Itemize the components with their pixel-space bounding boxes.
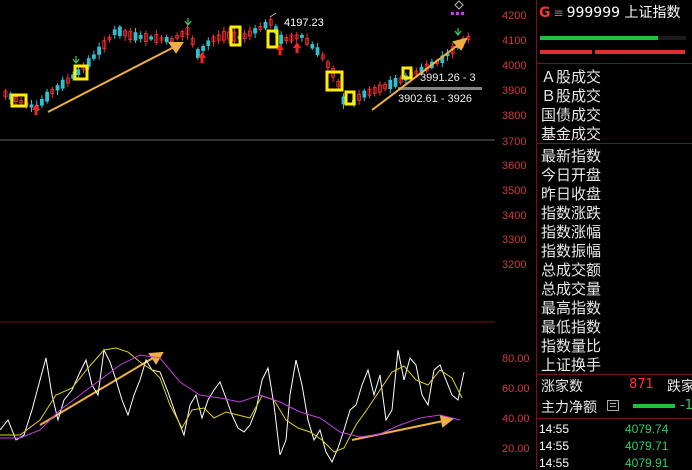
price-tick: 3300 <box>502 234 527 246</box>
oscillator <box>0 347 465 464</box>
highlight-boxes <box>10 25 413 108</box>
price-tick: 3800 <box>502 110 527 122</box>
price-tick: 4100 <box>502 35 527 47</box>
level-label-1: 3991.26 - 3 <box>420 72 476 84</box>
menu-item[interactable]: 指数振幅 <box>541 240 601 261</box>
kline-chart[interactable]: 4197.23 3991.26 - 3 3902.61 - 3926 <box>0 0 495 469</box>
price-tick: 4200 <box>502 10 527 22</box>
ratio-bar-red2 <box>595 50 685 54</box>
up-count-label: 涨家数 <box>541 379 583 395</box>
osc-white-line <box>0 348 465 464</box>
price-tick: 3400 <box>502 210 527 222</box>
dot-markers <box>451 12 464 15</box>
price-tick: 4000 <box>502 60 527 72</box>
osc-tick: 60.00 <box>502 383 530 395</box>
menu-item[interactable]: Ａ股成交 <box>541 66 601 87</box>
menu-item[interactable]: 基金成交 <box>541 123 601 144</box>
diamond-icon <box>454 0 464 10</box>
menu-item[interactable]: 最高指数 <box>541 297 601 318</box>
menu-item[interactable]: 指数涨幅 <box>541 221 601 242</box>
tick-row: 14:55 4079.71 <box>539 439 669 453</box>
menu-item[interactable]: 最低指数 <box>541 316 601 337</box>
stock-header[interactable]: G ≡ 999999 上证指数 <box>539 2 680 22</box>
menu-item[interactable]: 指数涨跌 <box>541 202 601 223</box>
ratio-bar-red <box>540 50 592 54</box>
ratio-bar-green <box>540 36 658 40</box>
group-tag: G <box>539 5 551 21</box>
quote-panel: G ≡ 999999 上证指数 Ａ股成交 Ｂ股成交 国债成交 基金成交 最新指数 今… <box>537 0 692 470</box>
price-tick: 3600 <box>502 160 527 172</box>
tick-row: 14:55 4079.91 <box>539 456 669 470</box>
osc-tick: 40.00 <box>502 413 530 425</box>
price-tick: 3500 <box>502 185 527 197</box>
price-tick: 3900 <box>502 85 527 97</box>
main-flow-label: 主力净额 <box>541 400 597 416</box>
list-icon[interactable] <box>607 400 619 411</box>
osc-purple-line <box>0 354 461 439</box>
price-tick: 3200 <box>502 259 527 271</box>
price-tick: 3700 <box>502 136 527 148</box>
stock-name: 上证指数 <box>624 5 681 21</box>
osc-tick: 80.00 <box>502 353 530 365</box>
flow-bar <box>633 404 675 408</box>
main-flow-value: -1 <box>680 398 692 413</box>
up-count-value: 871 <box>629 377 654 392</box>
menu-icon[interactable]: ≡ <box>554 6 564 20</box>
menu-item[interactable]: Ｂ股成交 <box>541 85 601 106</box>
ratio-bar-dark <box>658 36 686 40</box>
menu-item[interactable]: 总成交额 <box>541 259 601 280</box>
high-label: 4197.23 <box>284 17 324 29</box>
tick-row: 14:55 4079.74 <box>539 422 669 436</box>
down-count-label: 跌家 <box>667 379 692 395</box>
menu-item[interactable]: 总成交量 <box>541 278 601 299</box>
menu-item[interactable]: 指数量比 <box>541 335 601 356</box>
osc-tick: 20.00 <box>502 443 530 455</box>
stock-code: 999999 <box>566 5 621 21</box>
menu-item[interactable]: 上证换手 <box>541 354 601 375</box>
menu-item[interactable]: 国债成交 <box>541 104 601 125</box>
level-label-2: 3902.61 - 3926 <box>398 93 472 105</box>
menu-item[interactable]: 最新指数 <box>541 145 601 166</box>
menu-item[interactable]: 昨日收盘 <box>541 183 601 204</box>
menu-item[interactable]: 今日开盘 <box>541 164 601 185</box>
